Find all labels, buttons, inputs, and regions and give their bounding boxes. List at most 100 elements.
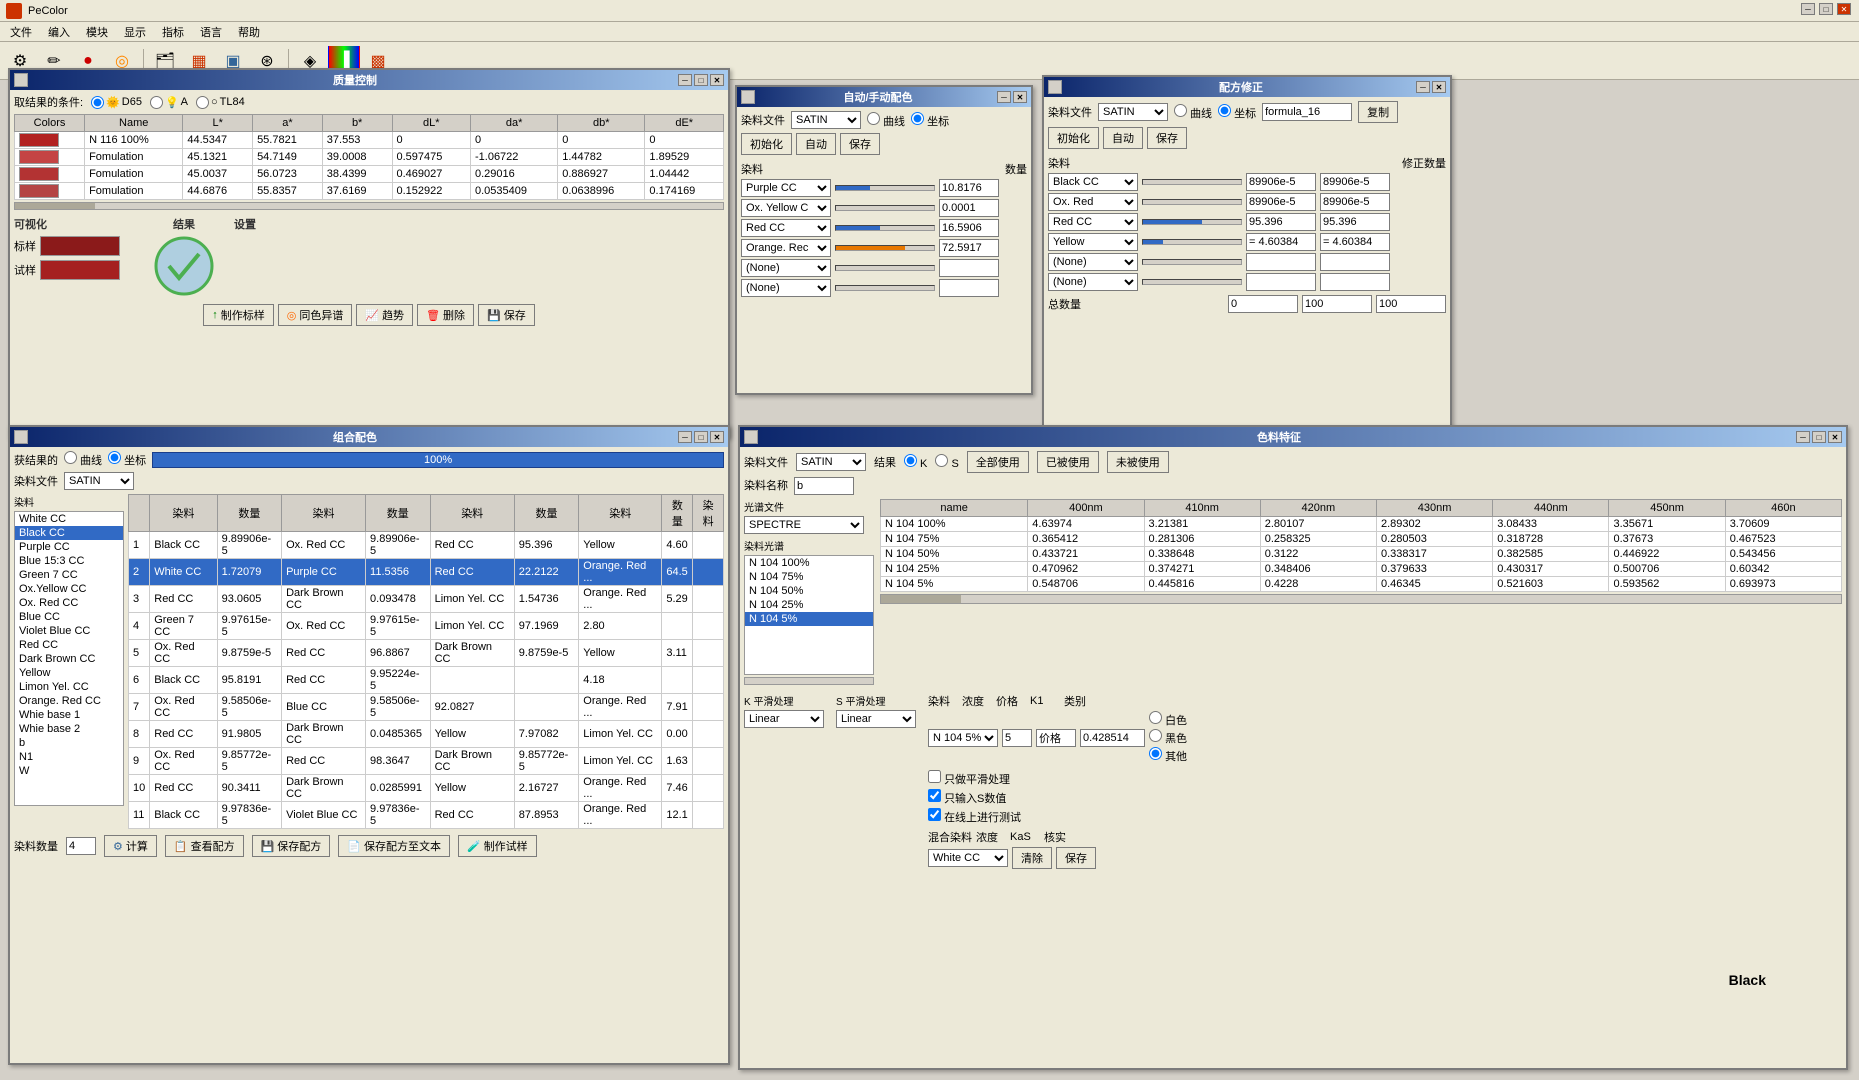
dp-conc-input[interactable] (1002, 729, 1032, 747)
table-row[interactable]: 2White CC1.72079Purple CC11.5356Red CC22… (129, 559, 724, 586)
fc-dye-slider[interactable] (1142, 199, 1242, 205)
am-dye-select[interactable]: Ox. Yellow C (741, 199, 831, 217)
fc-dye-amount1[interactable] (1246, 193, 1316, 211)
cc-save-formula-btn[interactable]: 💾 保存配方 (252, 835, 331, 857)
cc-dye-count-input[interactable] (66, 837, 96, 855)
fc-dye-amount1[interactable] (1246, 253, 1316, 271)
dp-minimize[interactable]: ─ (1796, 431, 1810, 443)
list-item[interactable]: Violet Blue CC (15, 624, 123, 638)
trend-btn[interactable]: 📈 趋势 (356, 304, 413, 326)
fc-dye-select[interactable]: Red CC (1048, 213, 1138, 231)
dp-use-all-btn[interactable]: 全部使用 (967, 451, 1029, 473)
dp-radio-white[interactable]: 白色 (1149, 711, 1187, 728)
dp-only-smooth-chk[interactable]: 只做平滑处理 (928, 770, 1010, 787)
fc-auto-btn[interactable]: 自动 (1103, 127, 1143, 149)
am-dye-slider[interactable] (835, 205, 935, 211)
am-dye-file-select[interactable]: SATIN (791, 111, 861, 129)
fc-total-val3[interactable] (1376, 295, 1446, 313)
list-item[interactable]: N 104 100% (745, 556, 873, 570)
list-item[interactable]: Ox. Red CC (15, 596, 123, 610)
fc-dye-select[interactable]: Ox. Red (1048, 193, 1138, 211)
list-item[interactable]: Whie base 2 (15, 722, 123, 736)
table-row[interactable]: 6Black CC95.8191Red CC9.95224e-54.18 (129, 667, 724, 694)
table-row[interactable]: N 104 5%0.5487060.4458160.42280.463450.5… (881, 577, 1842, 592)
maximize-button[interactable]: □ (1819, 3, 1833, 15)
cc-radio-curve[interactable]: 曲线 (64, 451, 102, 468)
dp-only-s-chk[interactable]: 只输入S数值 (928, 789, 1006, 806)
qc-close[interactable]: ✕ (710, 74, 724, 86)
am-dye-slider[interactable] (835, 285, 935, 291)
fc-dye-slider[interactable] (1142, 239, 1242, 245)
list-item[interactable]: Orange. Red CC (15, 694, 123, 708)
illuminant-tl84[interactable]: ○ TL84 (196, 96, 245, 109)
dp-dye-name-input[interactable] (794, 477, 854, 495)
am-dye-amount[interactable] (939, 219, 999, 237)
dp-close[interactable]: ✕ (1828, 431, 1842, 443)
list-item[interactable]: N 104 50% (745, 584, 873, 598)
cc-dye-list-panel[interactable]: White CCBlack CCPurple CCBlue 15:3 CCGre… (14, 511, 124, 806)
am-radio-curve[interactable]: 曲线 (867, 112, 905, 129)
dp-radio-s[interactable]: S (935, 454, 958, 470)
fc-dye-slider[interactable] (1142, 259, 1242, 265)
table-row[interactable]: 1Black CC9.89906e-5Ox. Red CC9.89906e-5R… (129, 532, 724, 559)
cc-minimize[interactable]: ─ (678, 431, 692, 443)
dp-s-smooth-select[interactable]: Linear (836, 710, 916, 728)
table-row[interactable]: N 104 25%0.4709620.3742710.3484060.37963… (881, 562, 1842, 577)
list-item[interactable]: Green 7 CC (15, 568, 123, 582)
make-standard-btn[interactable]: ↑ 制作标样 (203, 304, 274, 326)
table-row[interactable]: N 104 100%4.639743.213812.801072.893023.… (881, 517, 1842, 532)
fc-dye-select[interactable]: Black CC (1048, 173, 1138, 191)
dp-k-smooth-select[interactable]: Linear (744, 710, 824, 728)
fc-copy-btn[interactable]: 复制 (1358, 101, 1398, 123)
am-save-btn[interactable]: 保存 (840, 133, 880, 155)
cc-calc-btn[interactable]: ⚙ 计算 (104, 835, 157, 857)
list-item[interactable]: Black CC (15, 526, 123, 540)
am-dye-select[interactable]: Orange. Rec (741, 239, 831, 257)
save-btn[interactable]: 💾 保存 (478, 304, 535, 326)
illuminant-a[interactable]: 💡 A (150, 96, 188, 109)
fc-radio-coord[interactable]: 坐标 (1218, 104, 1256, 121)
dp-mix-dye-select[interactable]: White CC (928, 849, 1008, 867)
am-dye-select[interactable]: Red CC (741, 219, 831, 237)
am-minimize[interactable]: ─ (997, 91, 1011, 103)
menu-help[interactable]: 帮助 (230, 22, 268, 42)
table-row[interactable]: 7Ox. Red CC9.58506e-5Blue CC9.58506e-592… (129, 694, 724, 721)
table-row[interactable]: Fomulation 44.6876 55.8357 37.6169 0.152… (15, 183, 724, 200)
list-item[interactable]: N1 (15, 750, 123, 764)
dp-price-input[interactable] (1036, 729, 1076, 747)
qc-minimize[interactable]: ─ (678, 74, 692, 86)
dp-used-btn[interactable]: 已被使用 (1037, 451, 1099, 473)
list-item[interactable]: Blue 15:3 CC (15, 554, 123, 568)
fc-save-btn[interactable]: 保存 (1147, 127, 1187, 149)
table-row[interactable]: 9Ox. Red CC9.85772e-5Red CC98.3647Dark B… (129, 748, 724, 775)
menu-file[interactable]: 文件 (2, 22, 40, 42)
dp-dye-spectra-list[interactable]: N 104 100%N 104 75%N 104 50%N 104 25%N 1… (744, 555, 874, 675)
fc-dye-amount2[interactable] (1320, 273, 1390, 291)
list-item[interactable]: W (15, 764, 123, 778)
list-item[interactable]: Ox.Yellow CC (15, 582, 123, 596)
list-item[interactable]: Red CC (15, 638, 123, 652)
am-auto-btn[interactable]: 自动 (796, 133, 836, 155)
am-dye-amount[interactable] (939, 199, 999, 217)
list-item[interactable]: Blue CC (15, 610, 123, 624)
am-dye-slider[interactable] (835, 245, 935, 251)
am-dye-select[interactable]: Purple CC (741, 179, 831, 197)
illuminant-d65[interactable]: 🌞 D65 (91, 96, 142, 109)
fc-dye-amount1[interactable] (1246, 173, 1316, 191)
am-dye-slider[interactable] (835, 225, 935, 231)
dp-online-test-chk[interactable]: 在线上进行测试 (928, 808, 1021, 825)
fc-dye-amount1[interactable] (1246, 273, 1316, 291)
list-item[interactable]: Limon Yel. CC (15, 680, 123, 694)
dp-k1-input[interactable] (1080, 729, 1145, 747)
dp-light-file-select[interactable]: SPECTRE (744, 516, 864, 534)
am-dye-amount[interactable] (939, 239, 999, 257)
fc-dye-amount2[interactable] (1320, 213, 1390, 231)
fc-dye-slider[interactable] (1142, 219, 1242, 225)
cc-dye-file-select[interactable]: SATIN (64, 472, 134, 490)
fc-formula-name[interactable] (1262, 103, 1352, 121)
menu-module[interactable]: 模块 (78, 22, 116, 42)
table-row[interactable]: Fomulation 45.1321 54.7149 39.0008 0.597… (15, 149, 724, 166)
am-close[interactable]: ✕ (1013, 91, 1027, 103)
am-dye-slider[interactable] (835, 265, 935, 271)
table-row[interactable]: 8Red CC91.9805Dark Brown CC0.0485365Yell… (129, 721, 724, 748)
